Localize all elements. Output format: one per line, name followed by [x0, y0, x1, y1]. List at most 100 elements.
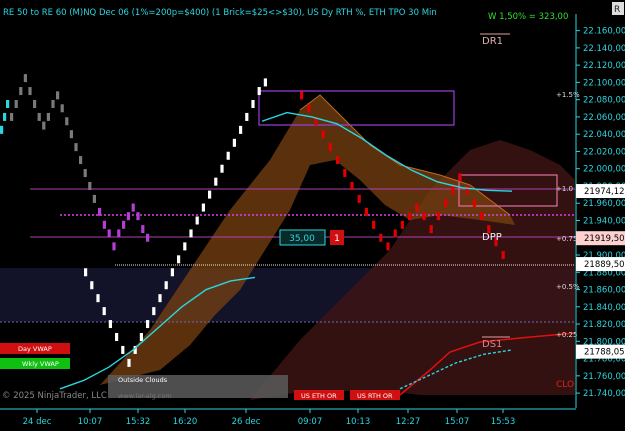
up-brick: [158, 294, 162, 303]
up-brick: [152, 307, 156, 316]
y-tick-label: 22.160,00: [583, 27, 625, 37]
gray-brick: [60, 104, 64, 113]
down-brick: [393, 229, 397, 238]
purple-brick: [131, 203, 135, 212]
dpp-label: DPP: [482, 232, 502, 243]
gray-brick: [83, 169, 87, 178]
cyan-brick: [6, 99, 10, 108]
value-box-text: 35,00: [289, 234, 315, 244]
gray-brick: [46, 112, 50, 121]
purple-brick: [102, 220, 106, 229]
down-brick: [343, 169, 347, 178]
down-brick: [480, 212, 484, 221]
gray-brick: [65, 117, 69, 126]
y-tick-label: 21.840,00: [583, 303, 625, 313]
ds1-label: DS1: [482, 339, 502, 350]
day-vwap-label: Day VWAP: [18, 345, 52, 353]
up-brick: [239, 125, 243, 134]
price-tag-label: 21974,12: [584, 187, 625, 197]
gray-brick: [23, 74, 27, 83]
watermark-text: www.lar-alg.com: [118, 392, 172, 400]
clo-label: CLO: [556, 380, 574, 390]
pct-p10-label: +1.0: [556, 185, 573, 193]
x-tick-label: 15:07: [445, 417, 470, 427]
down-brick: [328, 143, 332, 152]
purple-brick: [107, 229, 111, 238]
purple-brick: [141, 225, 145, 234]
gray-brick: [79, 156, 83, 165]
down-brick: [300, 91, 304, 100]
down-brick: [400, 220, 404, 229]
y-tick-label: 22.140,00: [583, 44, 625, 54]
us-eth-or-label: US ETH OR: [301, 392, 337, 400]
copyright-text: © 2025 NinjaTrader, LLC: [2, 391, 107, 401]
dr1-label: DR1: [482, 36, 503, 47]
price-tag-label: 21919,50: [584, 234, 625, 244]
renko-chart: 35,00 1 DR1 DPP DS1 CLO +1.5% +1.0 +0.75…: [0, 0, 625, 431]
x-tick-label: 24 dec: [23, 417, 52, 427]
y-tick-label: 22.020,00: [583, 147, 625, 157]
up-brick: [90, 281, 94, 290]
up-brick: [195, 216, 199, 225]
purple-brick: [146, 233, 150, 242]
down-brick: [321, 130, 325, 139]
down-brick: [436, 212, 440, 221]
down-brick: [422, 212, 426, 221]
corner-button-label: R: [614, 5, 620, 15]
outside-clouds-label: Outside Clouds: [118, 376, 168, 384]
pct-p025-label: +0.25: [556, 331, 577, 339]
purple-brick: [98, 207, 102, 216]
y-tick-label: 21.820,00: [583, 320, 625, 330]
y-tick-label: 21.860,00: [583, 286, 625, 296]
purple-brick: [112, 242, 116, 251]
x-tick-label: 15:32: [126, 417, 151, 427]
up-brick: [139, 333, 143, 341]
up-brick: [164, 281, 168, 290]
x-tick-label: 12:27: [396, 417, 421, 427]
up-brick: [226, 151, 230, 160]
gray-brick: [88, 181, 92, 190]
up-brick: [146, 320, 150, 329]
x-tick-label: 09:07: [298, 417, 323, 427]
pct-p075-label: +0.75: [556, 235, 577, 243]
up-brick: [84, 268, 88, 277]
x-tick-label: 15:53: [491, 417, 516, 427]
up-brick: [183, 242, 187, 251]
chart-title: RE 50 to RE 60 (M)NQ Dec 06 (1%=200p=$40…: [3, 8, 437, 18]
up-brick: [127, 358, 131, 367]
up-brick: [201, 203, 205, 212]
gray-brick: [33, 99, 37, 108]
up-brick: [251, 99, 255, 108]
wkly-vwap-label: Wkly VWAP: [22, 360, 59, 368]
purple-brick: [126, 212, 130, 221]
up-brick: [170, 268, 174, 277]
up-brick: [96, 294, 100, 303]
up-brick: [214, 177, 218, 186]
down-brick: [408, 212, 412, 221]
up-brick: [108, 320, 112, 329]
gray-brick: [51, 99, 55, 108]
y-tick-label: 21.740,00: [583, 389, 625, 399]
y-tick-label: 21.760,00: [583, 372, 625, 382]
down-brick: [444, 199, 448, 208]
down-brick: [307, 104, 311, 113]
up-brick: [245, 112, 249, 121]
up-brick: [189, 229, 193, 238]
up-brick: [208, 190, 212, 199]
up-brick: [177, 255, 181, 264]
y-tick-label: 21.940,00: [583, 216, 625, 226]
x-tick-label: 10:13: [346, 417, 371, 427]
count-box-text: 1: [334, 234, 340, 244]
up-brick: [220, 164, 224, 173]
gray-brick: [92, 194, 96, 203]
purple-brick: [117, 229, 121, 238]
up-brick: [102, 307, 106, 316]
gray-brick: [56, 91, 60, 100]
gray-brick: [74, 143, 78, 152]
x-tick-label: 26 dec: [232, 417, 261, 427]
down-brick: [415, 203, 419, 212]
gray-brick: [10, 112, 14, 121]
y-tick-label: 21.960,00: [583, 199, 625, 209]
gray-brick: [37, 112, 41, 121]
down-brick: [472, 199, 476, 208]
